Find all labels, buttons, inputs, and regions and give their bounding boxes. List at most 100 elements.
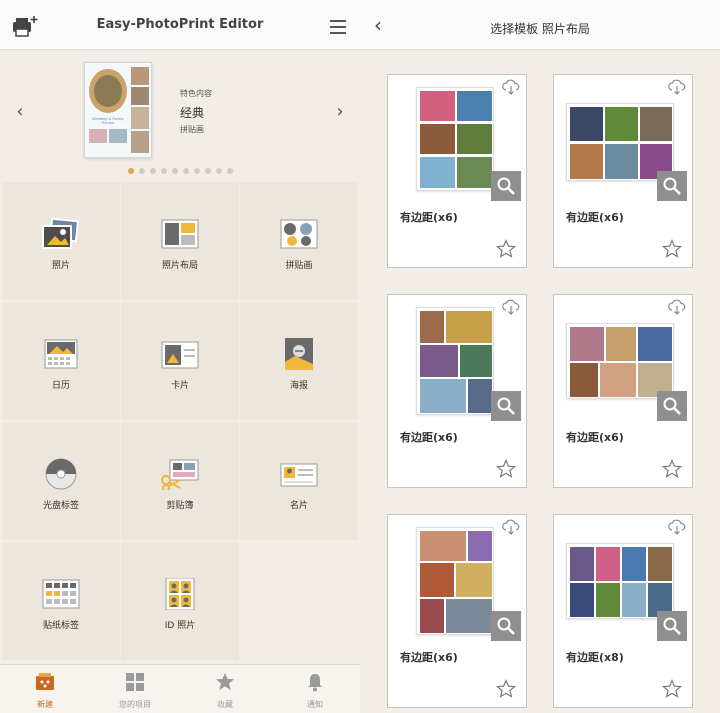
carousel-next-icon[interactable]: ›	[332, 102, 348, 122]
app-header: Easy-PhotoPrint Editor	[0, 0, 360, 50]
template-card[interactable]: 有边距(x6)	[553, 294, 693, 488]
carousel-dot[interactable]	[193, 168, 200, 174]
cloud-download-icon[interactable]	[668, 79, 686, 95]
template-preview	[416, 527, 494, 635]
new-icon	[35, 672, 55, 692]
template-label: 有边距(x8)	[566, 651, 624, 664]
tile-poster[interactable]: 海报	[240, 302, 358, 420]
tab-label: 通知	[307, 700, 323, 709]
template-preview	[566, 103, 674, 181]
scrapbook-icon	[160, 458, 200, 492]
template-label: 有边距(x6)	[566, 211, 624, 224]
hamburger-menu-icon[interactable]	[330, 20, 346, 34]
tab-notifications[interactable]: 通知	[270, 665, 360, 713]
tile-label: ID 照片	[164, 621, 196, 631]
template-preview	[566, 543, 674, 619]
carousel-dot[interactable]	[171, 168, 178, 174]
carousel-dots	[0, 168, 360, 174]
template-card[interactable]: 有边距(x6)	[553, 74, 693, 268]
zoom-button[interactable]	[657, 391, 687, 421]
favorite-star-icon[interactable]	[661, 239, 683, 259]
tile-label: 照片	[51, 261, 70, 271]
carousel-dot[interactable]	[160, 168, 167, 174]
carousel-dot[interactable]	[182, 168, 189, 174]
tile-label: 名片	[289, 501, 308, 511]
carousel-dot[interactable]	[127, 168, 134, 174]
star-icon	[215, 672, 235, 692]
template-card[interactable]: 有边距(x6)	[387, 514, 527, 708]
featured-title: 经典	[180, 106, 205, 120]
tab-favorites[interactable]: 收藏	[180, 665, 270, 713]
zoom-button[interactable]	[491, 611, 521, 641]
tile-label: 卡片	[170, 381, 189, 391]
featured-thumbnail[interactable]: Wedding & Family Photos	[84, 62, 152, 158]
tile-sticker-label[interactable]: 贴纸标签	[2, 542, 120, 660]
cloud-download-icon[interactable]	[502, 519, 520, 535]
template-preview	[416, 87, 494, 191]
template-label: 有边距(x6)	[400, 431, 458, 444]
template-header: ‹ 选择模板 照片布局	[360, 0, 720, 50]
tile-business-card[interactable]: 名片	[240, 422, 358, 540]
carousel-dot[interactable]	[204, 168, 211, 174]
app-title: Easy-PhotoPrint Editor	[96, 17, 264, 32]
thumbnail-caption: Wedding & Family Photos	[91, 117, 124, 125]
magnifier-icon	[497, 177, 515, 195]
cloud-download-icon[interactable]	[502, 79, 520, 95]
template-card[interactable]: 有边距(x8)	[553, 514, 693, 708]
tile-photo[interactable]: 照片	[2, 182, 120, 300]
carousel-dot[interactable]	[149, 168, 156, 174]
cloud-download-icon[interactable]	[668, 299, 686, 315]
carousel-dot[interactable]	[215, 168, 222, 174]
zoom-button[interactable]	[491, 391, 521, 421]
tile-scrapbook[interactable]: 剪贴簿	[121, 422, 239, 540]
card-icon	[160, 338, 200, 370]
zoom-button[interactable]	[491, 171, 521, 201]
id-photo-icon	[160, 577, 200, 611]
carousel-dot[interactable]	[226, 168, 233, 174]
tile-card[interactable]: 卡片	[121, 302, 239, 420]
page-title: 选择模板 照片布局	[490, 22, 590, 36]
zoom-button[interactable]	[657, 611, 687, 641]
tile-label: 贴纸标签	[42, 621, 79, 631]
template-preview	[416, 307, 494, 415]
tab-label: 新建	[37, 700, 53, 709]
favorite-star-icon[interactable]	[661, 679, 683, 699]
tile-calendar[interactable]: 日历	[2, 302, 120, 420]
template-card[interactable]: 有边距(x6)	[387, 294, 527, 488]
magnifier-icon	[663, 397, 681, 415]
magnifier-icon	[497, 617, 515, 635]
template-label: 有边距(x6)	[400, 651, 458, 664]
tile-label: 日历	[51, 381, 70, 391]
tile-collage[interactable]: 拼贴画	[240, 182, 358, 300]
tab-new[interactable]: 新建	[0, 665, 90, 713]
template-select-screen: ‹ 选择模板 照片布局 有边距(x6) 有边距(x6) 有边距(x6) 有边距(…	[360, 0, 720, 713]
business-card-icon	[279, 458, 319, 490]
favorite-star-icon[interactable]	[495, 459, 517, 479]
magnifier-icon	[663, 177, 681, 195]
featured-label: 特色内容	[180, 89, 212, 98]
grid-icon	[125, 672, 145, 692]
template-card[interactable]: 有边距(x6)	[387, 74, 527, 268]
favorite-star-icon[interactable]	[495, 239, 517, 259]
tile-label: 剪贴簿	[166, 501, 194, 511]
cloud-download-icon[interactable]	[502, 299, 520, 315]
cloud-download-icon[interactable]	[668, 519, 686, 535]
template-label: 有边距(x6)	[566, 431, 624, 444]
tab-label: 您的项目	[119, 700, 151, 709]
carousel-dot[interactable]	[138, 168, 145, 174]
carousel-prev-icon[interactable]: ‹	[12, 102, 28, 122]
tab-your-projects[interactable]: 您的项目	[90, 665, 180, 713]
tile-id-photo[interactable]: ID 照片	[121, 542, 239, 660]
bottom-tab-bar: 新建 您的项目 收藏 通知	[0, 664, 360, 713]
favorite-star-icon[interactable]	[495, 679, 517, 699]
favorite-star-icon[interactable]	[661, 459, 683, 479]
tile-photo-layout[interactable]: 照片布局	[121, 182, 239, 300]
template-label: 有边距(x6)	[400, 211, 458, 224]
featured-carousel[interactable]: ‹ Wedding & Family Photos 特色内容 经典 拼贴画 ›	[0, 50, 360, 180]
tile-disc-label[interactable]: 光盘标签	[2, 422, 120, 540]
magnifier-icon	[497, 397, 515, 415]
home-screen: Easy-PhotoPrint Editor ‹ Wedding & Famil…	[0, 0, 360, 713]
disc-label-icon	[41, 458, 81, 490]
zoom-button[interactable]	[657, 171, 687, 201]
sticker-label-icon	[41, 578, 81, 610]
